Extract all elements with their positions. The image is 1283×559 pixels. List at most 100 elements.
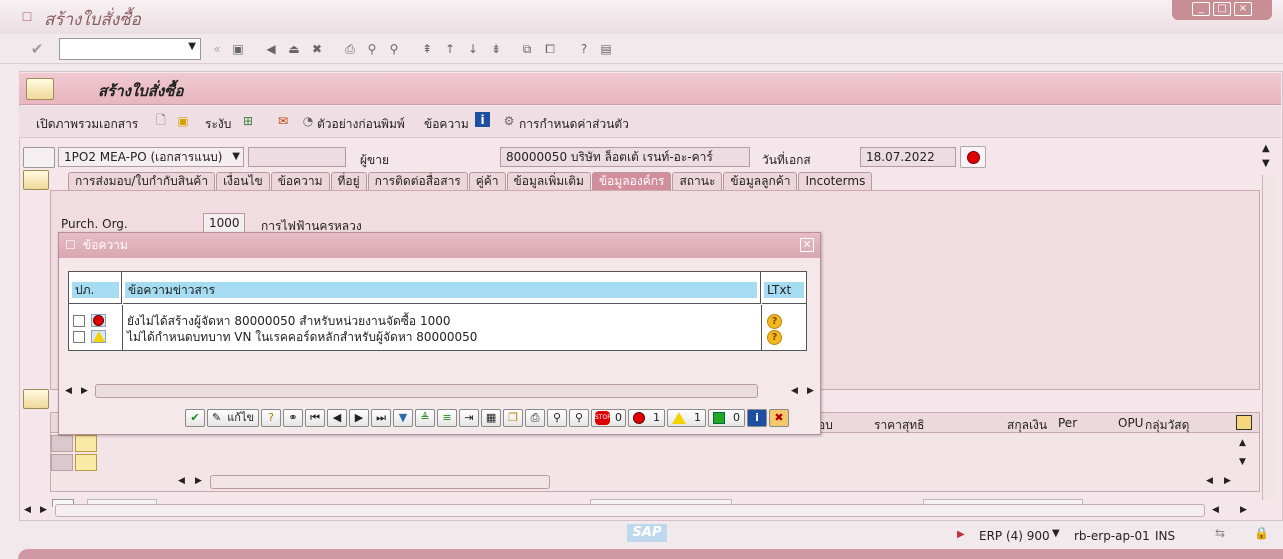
dialog-close-button[interactable]: ✕ xyxy=(800,238,814,252)
find-icon[interactable]: ⚲ xyxy=(547,409,568,427)
tab-conditions[interactable]: เงื่อนไข xyxy=(216,172,270,190)
continue-button[interactable]: ✔ xyxy=(185,409,205,427)
cart-icon[interactable] xyxy=(23,147,55,168)
first-page-icon[interactable]: ⇞ xyxy=(418,40,436,58)
print-preview-icon[interactable]: ◔ xyxy=(299,112,317,130)
docdate-field[interactable]: 18.07.2022 xyxy=(860,147,956,167)
filter-icon[interactable]: ▼ xyxy=(393,409,414,427)
edit-button[interactable]: ✎ แก้ไข xyxy=(207,409,260,427)
info-icon[interactable]: i xyxy=(747,409,768,427)
scroll-down-icon[interactable]: ▼ xyxy=(1239,457,1246,467)
back-icon[interactable]: ◀ xyxy=(262,40,280,58)
prev-button[interactable]: ◀ xyxy=(327,409,348,427)
save-icon[interactable]: ▣ xyxy=(229,40,247,58)
exit-icon[interactable]: ⏏ xyxy=(285,40,303,58)
items-expand-icon[interactable] xyxy=(23,389,49,409)
sort-desc-icon[interactable]: ≡ xyxy=(437,409,458,427)
status-error-button[interactable] xyxy=(960,146,986,168)
messages-button[interactable]: ข้อความ xyxy=(424,115,469,134)
tab-communication[interactable]: การติดต่อสื่อสาร xyxy=(367,172,468,190)
hold-button[interactable]: ระงับ xyxy=(205,115,231,134)
warning-filter-button[interactable]: 1 xyxy=(667,409,707,427)
tab-additional[interactable]: ข้อมูลเพิ่มเติม xyxy=(506,172,591,190)
item-cell[interactable] xyxy=(75,454,97,471)
scroll-down-icon[interactable]: ▼ xyxy=(1262,158,1270,169)
scroll-left-icon[interactable]: ◀ xyxy=(24,505,31,515)
details-icon[interactable]: ▦ xyxy=(481,409,502,427)
longtext-icon[interactable]: ? xyxy=(767,330,782,345)
scroll-right-icon[interactable]: ▶ xyxy=(807,386,814,396)
find-next-icon[interactable]: ⚲ xyxy=(569,409,590,427)
help-icon[interactable]: ? xyxy=(575,40,593,58)
last-button[interactable]: ⏭ xyxy=(371,409,392,427)
row-checkbox[interactable] xyxy=(73,315,85,327)
other-doc-icon[interactable]: ▣ xyxy=(174,112,192,130)
success-filter-button[interactable]: 0 xyxy=(708,409,746,427)
layout-icon[interactable]: ▤ xyxy=(597,40,615,58)
tab-address[interactable]: ที่อยู่ xyxy=(330,172,367,190)
create-doc-icon[interactable]: 🗋 xyxy=(152,112,170,130)
find-next-icon[interactable]: ⚲ xyxy=(385,40,403,58)
chevron-down-icon[interactable]: ▼ xyxy=(188,41,196,52)
tab-status[interactable]: สถานะ xyxy=(672,172,723,190)
frame-v-scrollbar[interactable] xyxy=(1262,175,1276,500)
purch-org-field[interactable]: 1000 xyxy=(203,213,245,233)
doctype-select[interactable]: 1PO2 MEA-PO (เอกสารแนบ) ▼ xyxy=(58,147,244,167)
next-button[interactable]: ▶ xyxy=(349,409,370,427)
print-icon[interactable]: ⎙ xyxy=(341,40,359,58)
scroll-left-icon[interactable]: ◀ xyxy=(1212,505,1219,515)
scroll-right-icon[interactable]: ▶ xyxy=(1224,476,1231,486)
tab-org-data[interactable]: ข้อมูลองค์กร xyxy=(591,172,672,190)
po-number-field[interactable] xyxy=(248,147,346,167)
cancel-icon[interactable]: ✖ xyxy=(308,40,326,58)
check-icon[interactable]: ⊞ xyxy=(239,112,257,130)
shortcut-icon[interactable]: ⧠ xyxy=(541,40,559,58)
tab-delivery[interactable]: การส่งมอบ/ใบกำกับสินค้า xyxy=(68,172,216,190)
enter-icon[interactable]: ✔ xyxy=(28,40,46,58)
new-session-icon[interactable]: ⧉ xyxy=(518,40,536,58)
row-selector[interactable] xyxy=(51,435,73,452)
row-selector[interactable] xyxy=(51,454,73,471)
scroll-up-icon[interactable]: ▲ xyxy=(1239,438,1246,448)
info-icon[interactable]: i xyxy=(475,112,490,127)
dialog-h-scrollbar[interactable] xyxy=(95,384,758,398)
technical-info-button[interactable]: ⚭ xyxy=(283,409,304,427)
stop-filter-button[interactable]: STOP 0 xyxy=(591,409,627,427)
error-filter-button[interactable]: 1 xyxy=(628,409,666,427)
row-checkbox[interactable] xyxy=(73,331,85,343)
document-overview-icon[interactable] xyxy=(26,78,54,100)
tab-customer[interactable]: ข้อมูลลูกค้า xyxy=(723,172,798,190)
scroll-right-icon[interactable]: ▶ xyxy=(195,476,202,486)
personal-settings-button[interactable]: การกำหนดค่าส่วนตัว xyxy=(519,115,629,134)
personal-settings-icon[interactable]: ⚙ xyxy=(500,112,518,130)
copy-icon[interactable]: ❐ xyxy=(503,409,524,427)
minimize-button[interactable]: _ xyxy=(1192,2,1210,16)
next-page-icon[interactable]: ↓ xyxy=(464,40,482,58)
command-field[interactable]: ▼ xyxy=(59,38,201,60)
scroll-right-icon[interactable]: ▶ xyxy=(40,505,47,515)
prev-page-icon[interactable]: ↑ xyxy=(441,40,459,58)
scroll-left-icon[interactable]: ◀ xyxy=(65,386,72,396)
last-page-icon[interactable]: ⇟ xyxy=(487,40,505,58)
longtext-icon[interactable]: ? xyxy=(767,314,782,329)
tab-incoterms[interactable]: Incoterms xyxy=(798,172,873,190)
scroll-right-icon[interactable]: ▶ xyxy=(81,386,88,396)
scroll-left-icon[interactable]: ◀ xyxy=(1206,476,1213,486)
chevron-down-icon[interactable]: ▼ xyxy=(1052,528,1060,539)
header-expand-icon[interactable] xyxy=(23,170,49,190)
scroll-right-icon[interactable]: ▶ xyxy=(1240,505,1247,515)
maximize-button[interactable]: □ xyxy=(1213,2,1231,16)
help-button[interactable]: ? xyxy=(261,409,282,427)
find-icon[interactable]: ⚲ xyxy=(363,40,381,58)
sort-asc-icon[interactable]: ≜ xyxy=(415,409,436,427)
first-button[interactable]: ⏮ xyxy=(305,409,326,427)
export-icon[interactable]: ⇥ xyxy=(459,409,480,427)
scroll-left-icon[interactable]: ◀ xyxy=(791,386,798,396)
column-config-icon[interactable] xyxy=(1236,415,1252,430)
chevron-down-icon[interactable]: ▼ xyxy=(232,148,240,166)
vendor-field[interactable]: 80000050 บริษัท ล็อตเต้ เรนท์-อะ-คาร์ xyxy=(500,147,750,167)
item-cell[interactable] xyxy=(75,435,97,452)
overview-button[interactable]: เปิดภาพรวมเอกสาร xyxy=(36,115,138,134)
close-window-button[interactable]: × xyxy=(1234,2,1252,16)
items-h-scrollbar[interactable] xyxy=(210,475,550,489)
